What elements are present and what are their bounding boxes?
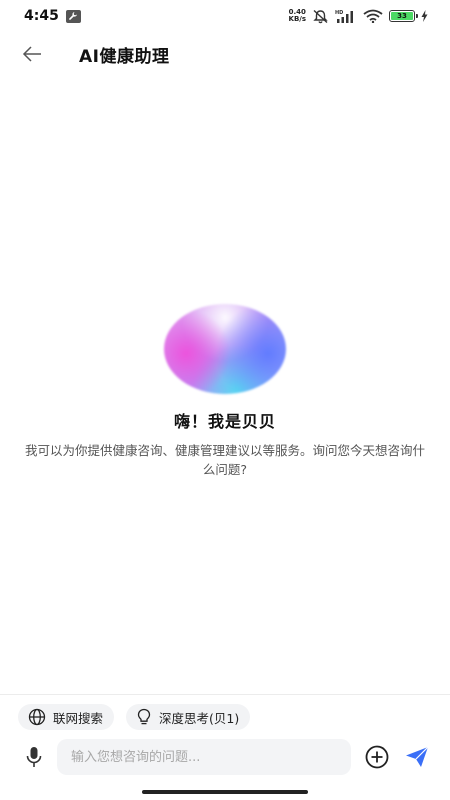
assistant-avatar-orb — [164, 304, 286, 394]
app-header: AI健康助理 — [0, 36, 450, 72]
mic-button[interactable] — [22, 745, 46, 769]
mute-bell-icon — [313, 9, 328, 23]
web-search-label: 联网搜索 — [53, 710, 104, 726]
arrow-left-icon — [22, 46, 41, 62]
status-icons: 0.40 KB/s HD 33 — [289, 9, 428, 24]
send-button[interactable] — [404, 744, 430, 770]
wrench-icon — [65, 9, 81, 23]
battery-icon: 33 — [389, 10, 418, 22]
greeting-text: 嗨！我是贝贝 — [173, 412, 276, 431]
globe-icon — [28, 708, 46, 726]
chat-input[interactable] — [57, 739, 351, 775]
web-search-chip[interactable]: 联网搜索 — [18, 704, 115, 730]
charging-icon — [421, 10, 428, 22]
page-title: AI健康助理 — [79, 46, 170, 67]
composer — [0, 738, 450, 776]
net-speed: 0.40 KB/s — [289, 9, 306, 23]
deep-think-chip[interactable]: 深度思考(贝1) — [126, 704, 251, 730]
option-chips: 联网搜索 深度思考(贝1) — [18, 704, 251, 730]
status-time: 4:45 — [24, 8, 59, 24]
back-button[interactable] — [17, 39, 47, 69]
lightbulb-icon — [137, 708, 151, 725]
plus-circle-icon — [365, 745, 389, 769]
hd-signal-icon: HD — [335, 10, 353, 23]
microphone-icon — [26, 747, 42, 767]
intro-text: 我可以为你提供健康咨询、健康管理建议以等服务。询问您今天想咨询什么问题? — [24, 443, 425, 477]
battery-level: 33 — [391, 12, 413, 20]
add-button[interactable] — [364, 744, 390, 770]
svg-text:HD: HD — [335, 10, 343, 16]
send-icon — [406, 746, 429, 767]
wifi-icon — [363, 9, 383, 23]
deep-think-label: 深度思考(贝1) — [159, 710, 240, 726]
net-speed-unit: KB/s — [288, 15, 306, 23]
divider — [0, 694, 450, 695]
status-bar: 4:45 0.40 KB/s HD 33 — [0, 0, 450, 32]
home-indicator — [142, 790, 308, 794]
